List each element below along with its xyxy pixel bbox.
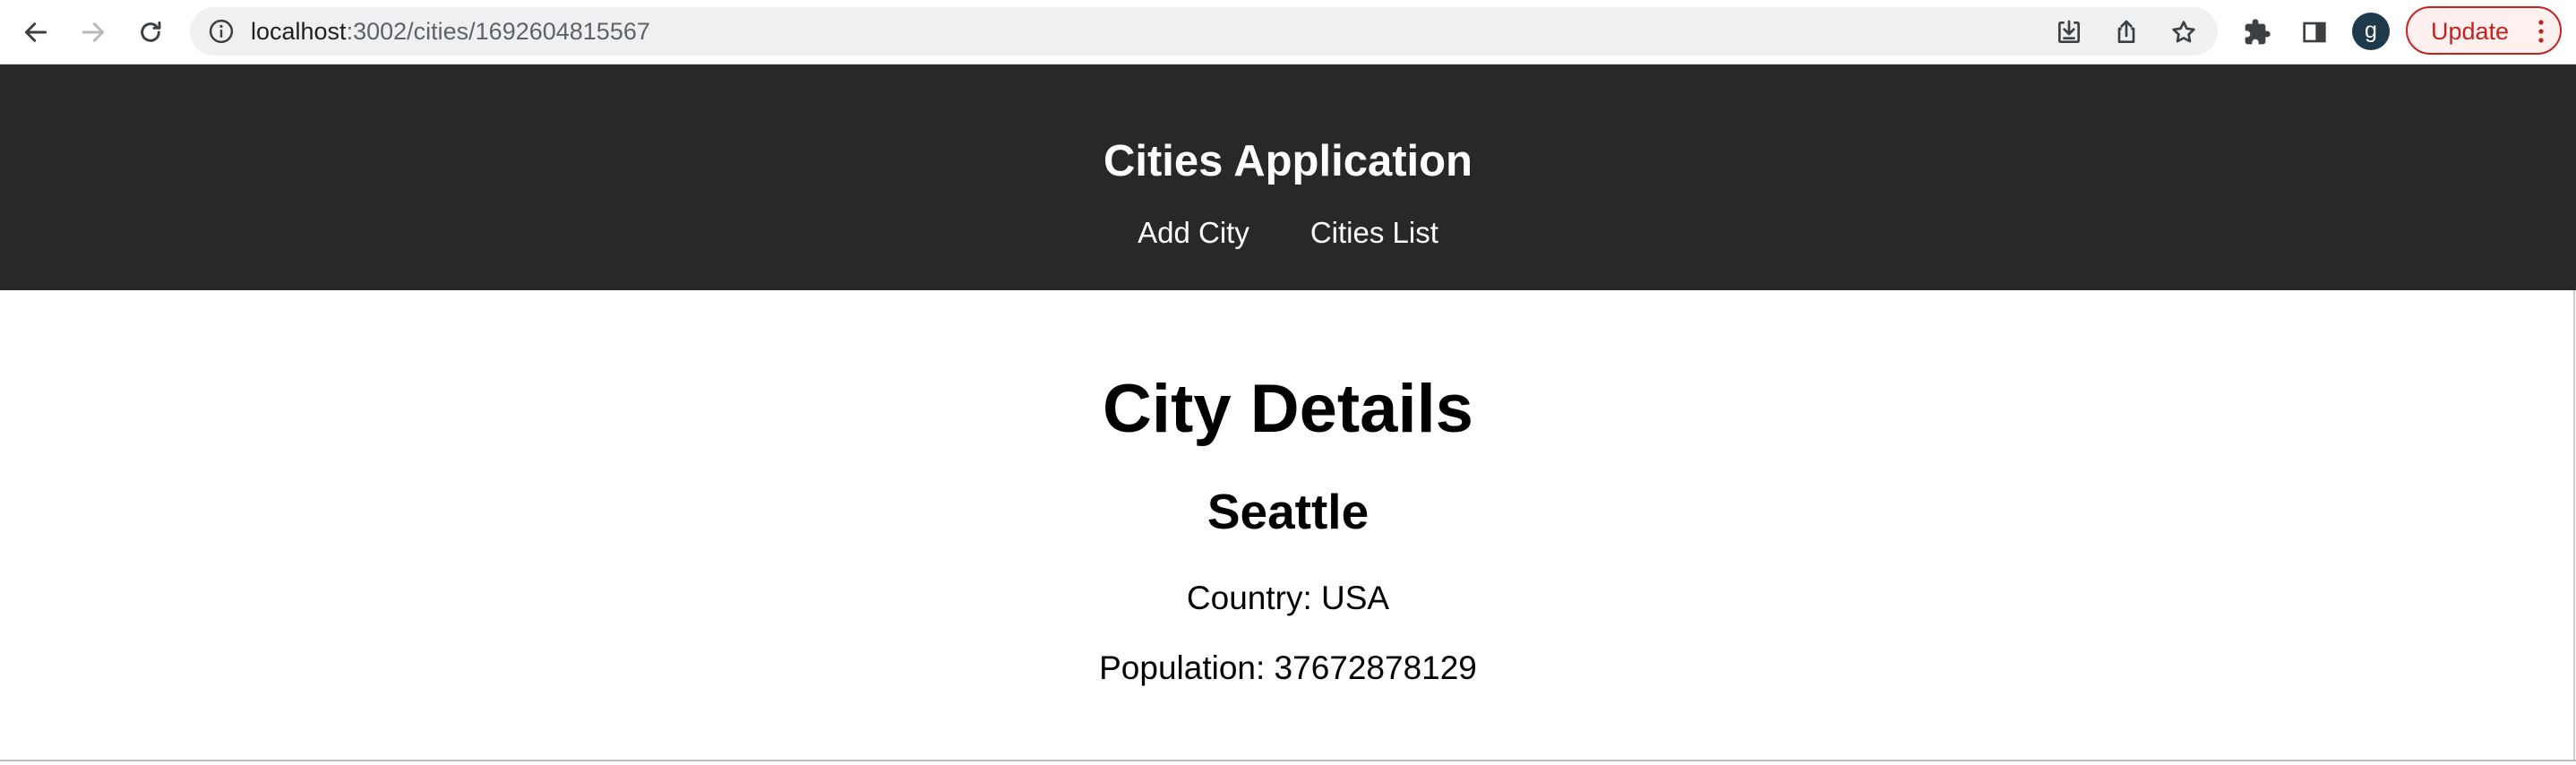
page-bottom-border	[0, 760, 2576, 761]
app-title: Cities Application	[1103, 137, 1473, 185]
browser-toolbar: localhost:3002/cities/1692604815567 g Up…	[0, 0, 2576, 64]
app-header: Cities Application Add City Cities List	[0, 64, 2576, 290]
nav-add-city[interactable]: Add City	[1138, 215, 1249, 251]
back-arrow-icon	[24, 22, 47, 42]
side-panel-icon	[2303, 21, 2326, 43]
address-bar[interactable]: localhost:3002/cities/1692604815567	[190, 7, 2218, 56]
city-population: Population: 37672878129	[1099, 649, 1477, 686]
install-icon[interactable]	[2055, 18, 2083, 47]
city-country: Country: USA	[1186, 580, 1390, 616]
city-details-section: City Details Seattle Country: USA Popula…	[0, 290, 2576, 760]
url-host: localhost	[251, 18, 347, 45]
update-label: Update	[2431, 18, 2510, 45]
page-title: City Details	[1103, 371, 1473, 447]
back-button[interactable]	[16, 13, 56, 52]
extensions-button[interactable]	[2237, 13, 2277, 52]
page-right-border	[2573, 290, 2575, 760]
update-button[interactable]: Update	[2406, 6, 2562, 55]
city-name: Seattle	[1206, 484, 1370, 539]
reload-icon	[141, 21, 161, 42]
forward-button[interactable]	[73, 13, 113, 52]
url-path: :3002/cities/1692604815567	[346, 18, 650, 45]
forward-arrow-icon	[82, 22, 105, 42]
share-icon[interactable]	[2112, 18, 2141, 47]
side-panel-button[interactable]	[2295, 13, 2334, 52]
nav-cities-list[interactable]: Cities List	[1310, 215, 1438, 251]
main-nav: Add City Cities List	[0, 215, 2576, 251]
puzzle-icon	[2245, 19, 2271, 45]
info-icon[interactable]	[208, 18, 235, 45]
kebab-menu-icon	[2538, 20, 2544, 43]
star-icon[interactable]	[2169, 18, 2198, 47]
url-text[interactable]: localhost:3002/cities/1692604815567	[251, 7, 650, 56]
profile-avatar[interactable]: g	[2352, 13, 2390, 50]
reload-button[interactable]	[131, 13, 170, 52]
